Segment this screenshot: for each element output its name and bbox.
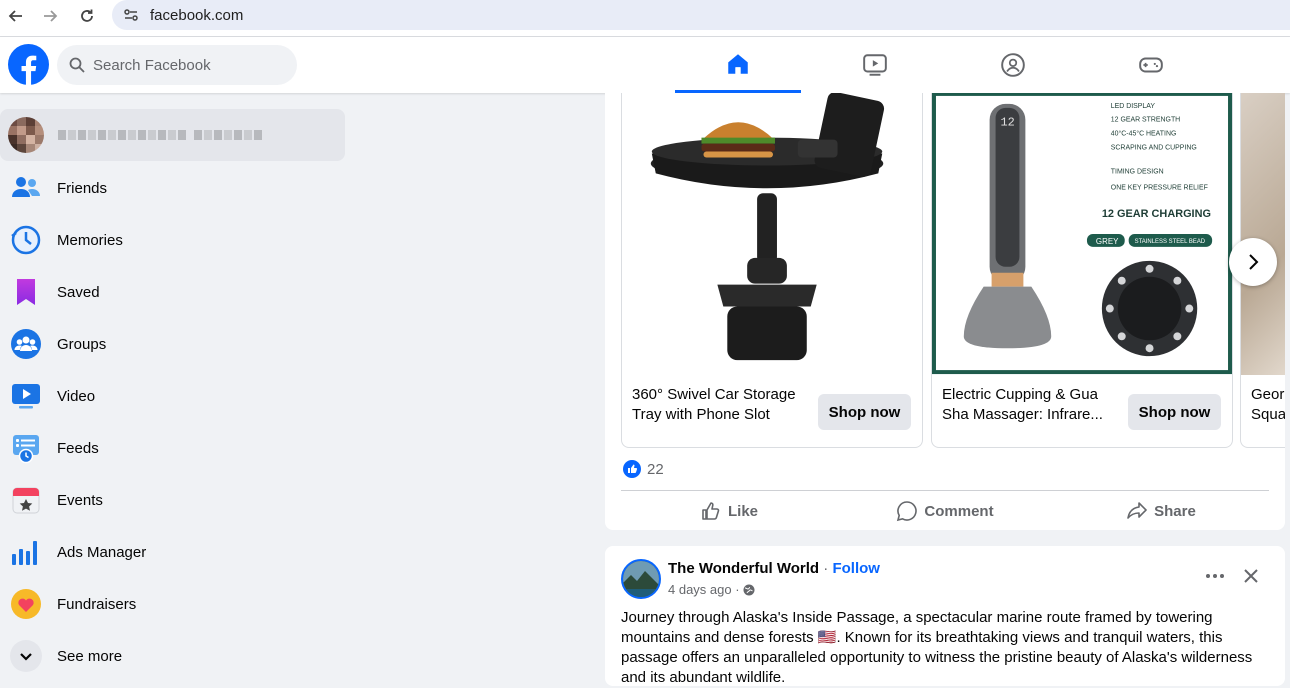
sidebar-item-groups[interactable]: Groups — [0, 318, 345, 370]
comment-button[interactable]: Comment — [837, 495, 1053, 527]
shop-now-button[interactable]: Shop now — [818, 394, 911, 430]
url-text: facebook.com — [150, 6, 244, 24]
back-button[interactable] — [4, 4, 28, 28]
avatar — [8, 117, 44, 153]
feature-text: TIMING DESIGN — [1111, 168, 1164, 175]
friends-icon — [10, 172, 42, 204]
search-icon — [69, 57, 85, 73]
feature-text: LED DISPLAY — [1111, 103, 1156, 110]
tab-home[interactable] — [675, 37, 801, 93]
shop-now-button[interactable]: Shop now — [1128, 394, 1221, 430]
carousel-next-button[interactable] — [1229, 238, 1277, 286]
feature-text: ONE KEY PRESSURE RELIEF — [1111, 184, 1208, 191]
product-title: Electric Cupping & Gua Sha Massager: Inf… — [942, 386, 1103, 423]
post-author-line: The Wonderful World · Follow — [668, 560, 880, 577]
home-icon — [728, 53, 748, 74]
share-button[interactable]: Share — [1053, 495, 1269, 527]
like-button[interactable]: Like — [621, 495, 837, 527]
feature-text: 12 GEAR STRENGTH — [1111, 117, 1180, 124]
forward-button[interactable] — [38, 4, 62, 28]
saved-icon — [10, 276, 42, 308]
ad-post-card: 360° Swivel Car Storage Tray with Phone … — [605, 93, 1285, 530]
reload-button[interactable] — [75, 4, 99, 28]
sidebar-item-events[interactable]: Events — [0, 474, 345, 526]
comment-icon — [897, 501, 918, 522]
product-title: 360° Swivel Car Storage Tray with Phone … — [632, 386, 796, 423]
search-input[interactable] — [93, 56, 283, 74]
profile-shortcut[interactable] — [0, 109, 345, 161]
reload-icon — [81, 9, 93, 22]
feature-text: 40°C-45°C HEATING — [1111, 130, 1177, 138]
steel-badge: STAINLESS STEEL BEAD — [1135, 239, 1206, 245]
search-box[interactable] — [57, 45, 297, 85]
groups-icon — [10, 328, 42, 360]
grey-badge: GREY — [1096, 237, 1119, 246]
carousel-item[interactable]: 360° Swivel Car Storage Tray with Phone … — [621, 93, 923, 448]
reaction-summary[interactable]: 22 — [623, 460, 664, 478]
browser-toolbar: facebook.com — [0, 0, 1290, 37]
divider — [621, 490, 1269, 491]
sidebar-item-ads-manager[interactable]: Ads Manager — [0, 526, 345, 578]
site-settings-icon[interactable] — [122, 6, 140, 24]
post-card: The Wonderful World · Follow 4 days ago … — [605, 546, 1285, 686]
gaming-tab-icon — [1139, 57, 1163, 73]
tab-video[interactable] — [812, 37, 938, 93]
chevron-down-icon — [10, 640, 42, 672]
facebook-header — [0, 37, 1290, 93]
post-author[interactable]: The Wonderful World — [668, 560, 819, 577]
like-reaction-icon — [623, 460, 641, 478]
sidebar-item-friends[interactable]: Friends — [0, 162, 345, 214]
groups-tab-icon — [1001, 53, 1025, 77]
thumbs-up-icon — [702, 502, 720, 520]
fundraisers-icon — [10, 588, 42, 620]
post-text: Journey through Alaska's Inside Passage,… — [621, 609, 1253, 686]
more-options-button[interactable] — [1203, 564, 1227, 588]
carousel-item[interactable]: LED DISPLAY 12 GEAR STRENGTH 40°C-45°C H… — [931, 93, 1233, 448]
product-image[interactable] — [622, 93, 922, 375]
feeds-icon — [10, 432, 42, 464]
memories-icon — [10, 224, 42, 256]
arrow-left-icon — [8, 10, 22, 22]
arrow-right-icon — [44, 10, 58, 22]
page-avatar[interactable] — [621, 559, 661, 599]
sidebar-item-fundraisers[interactable]: Fundraisers — [0, 578, 345, 630]
chevron-right-icon — [1249, 254, 1259, 270]
reaction-count: 22 — [647, 460, 664, 478]
product-image[interactable] — [1241, 93, 1285, 375]
video-tab-icon — [863, 54, 887, 76]
left-sidebar: Friends Memories Saved Groups Video Feed… — [0, 93, 360, 675]
sidebar-item-see-more[interactable]: See more — [0, 630, 345, 682]
events-icon — [10, 484, 42, 516]
tab-groups[interactable] — [950, 37, 1076, 93]
post-timestamp: 4 days ago · — [668, 582, 755, 597]
tab-gaming[interactable] — [1088, 37, 1214, 93]
share-icon — [1127, 502, 1147, 519]
product-title: Geor Squa — [1251, 386, 1285, 423]
globe-icon — [743, 584, 755, 595]
video-icon — [10, 380, 42, 412]
feature-text: SCRAPING AND CUPPING — [1111, 145, 1197, 152]
separator-dot: · — [823, 560, 829, 577]
product-image[interactable]: LED DISPLAY 12 GEAR STRENGTH 40°C-45°C H… — [932, 93, 1232, 375]
facebook-logo-icon[interactable] — [8, 44, 49, 85]
hide-post-button[interactable] — [1239, 564, 1263, 588]
follow-link[interactable]: Follow — [832, 560, 880, 577]
blurred-profile-name — [58, 130, 262, 140]
close-icon — [1244, 569, 1258, 583]
product-headline: 12 GEAR CHARGING — [1102, 208, 1211, 220]
sidebar-item-memories[interactable]: Memories — [0, 214, 345, 266]
sidebar-item-video[interactable]: Video — [0, 370, 345, 422]
ads-manager-icon — [10, 536, 42, 568]
address-bar[interactable]: facebook.com — [112, 0, 1290, 30]
display-digits: 12 — [1001, 116, 1015, 130]
more-horizontal-icon — [1206, 574, 1224, 578]
sidebar-item-saved[interactable]: Saved — [0, 266, 345, 318]
sidebar-item-feeds[interactable]: Feeds — [0, 422, 345, 474]
